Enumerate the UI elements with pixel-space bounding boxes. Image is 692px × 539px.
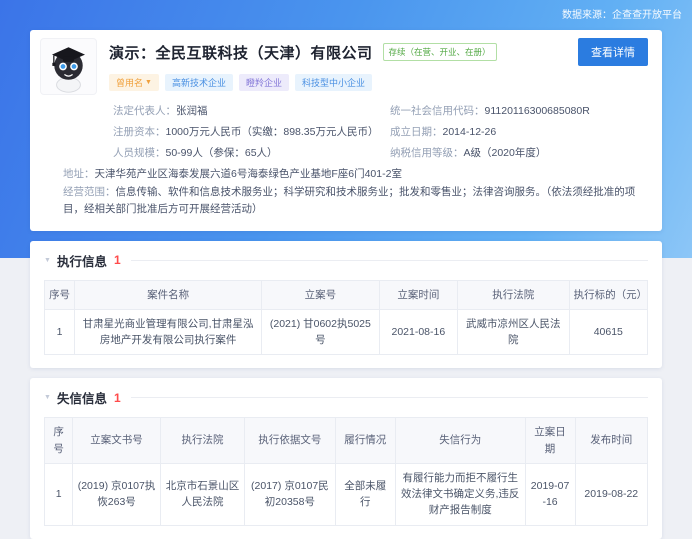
cell-seq: 1 bbox=[45, 309, 75, 355]
tag-former-names-label: 曾用名 bbox=[116, 76, 143, 89]
company-logo bbox=[40, 38, 97, 95]
field-label: 经营范围： bbox=[63, 186, 116, 198]
collapse-triangle-icon[interactable]: ▼ bbox=[44, 394, 51, 401]
field-label: 成立日期： bbox=[390, 126, 443, 138]
cell-case-number: (2021) 甘0602执5025号 bbox=[262, 309, 380, 355]
company-address-block: 地址：天津华苑产业区海泰发展六道6号海泰绿色产业基地F座6门401-2室 经营范… bbox=[63, 166, 648, 219]
company-status-badge: 存续（在营、开业、在册） bbox=[383, 43, 497, 61]
cell-publish-date: 2019-08-22 bbox=[575, 463, 647, 525]
cell-case-name: 甘肃星光商业管理有限公司,甘肃星泓房地产开发有限公司执行案件 bbox=[75, 309, 262, 355]
cell-filing-date: 2021-08-16 bbox=[379, 309, 457, 355]
data-source-label: 数据来源：企查查开放平台 bbox=[562, 10, 682, 21]
execution-table-row: 1 甘肃星光商业管理有限公司,甘肃星泓房地产开发有限公司执行案件 (2021) … bbox=[45, 309, 648, 355]
cell-amount: 40615 bbox=[569, 309, 647, 355]
col-doc-number: 立案文书号 bbox=[73, 418, 160, 464]
col-case-name: 案件名称 bbox=[75, 280, 262, 309]
field-tax-rating: 纳税信用等级：A级（2020年度） bbox=[390, 143, 648, 164]
execution-section-header[interactable]: ▼ 执行信息 1 bbox=[44, 251, 648, 270]
field-credit-code: 统一社会信用代码：91120116300685080R bbox=[390, 101, 648, 122]
cell-performance: 全部未履行 bbox=[335, 463, 395, 525]
cell-court: 武威市凉州区人民法院 bbox=[458, 309, 570, 355]
details-row-2: 注册资本：1000万元人民币（实缴：898.35万元人民币） 成立日期：2014… bbox=[113, 122, 648, 143]
cell-seq: 1 bbox=[45, 463, 73, 525]
dishonesty-section-title: 失信信息 bbox=[57, 388, 107, 407]
dishonesty-table: 序号 立案文书号 执行法院 执行依据文号 履行情况 失信行为 立案日期 发布时间… bbox=[44, 417, 648, 525]
company-details: 法定代表人：张润福 统一社会信用代码：91120116300685080R 注册… bbox=[40, 101, 648, 219]
company-name: 演示：全民互联科技（天津）有限公司 bbox=[109, 42, 373, 63]
cell-court: 北京市石景山区人民法院 bbox=[160, 463, 244, 525]
company-title-row: 演示：全民互联科技（天津）有限公司 存续（在营、开业、在册） 查看详情 bbox=[109, 38, 648, 66]
execution-section-title: 执行信息 bbox=[57, 251, 107, 270]
page-content: 演示：全民互联科技（天津）有限公司 存续（在营、开业、在册） 查看详情 曾用名 … bbox=[30, 30, 662, 539]
col-basis-doc-number: 执行依据文号 bbox=[245, 418, 335, 464]
col-performance: 履行情况 bbox=[335, 418, 395, 464]
field-value: A级（2020年度） bbox=[464, 147, 547, 159]
col-seq: 序号 bbox=[45, 418, 73, 464]
collapse-triangle-icon[interactable]: ▼ bbox=[44, 257, 51, 264]
field-business-scope: 经营范围：信息传输、软件和信息技术服务业；科学研究和技术服务业；批发和零售业；法… bbox=[63, 184, 648, 219]
tag-high-tech-enterprise: 高新技术企业 bbox=[165, 74, 233, 91]
field-value: 张润福 bbox=[176, 105, 208, 117]
col-court: 执行法院 bbox=[160, 418, 244, 464]
section-divider bbox=[131, 260, 648, 261]
field-label: 地址： bbox=[63, 168, 95, 180]
details-row-1: 法定代表人：张润福 统一社会信用代码：91120116300685080R bbox=[113, 101, 648, 122]
robot-mascot-icon bbox=[41, 39, 96, 94]
cell-doc-number: (2019) 京0107执恢263号 bbox=[73, 463, 160, 525]
company-details-grid: 法定代表人：张润福 统一社会信用代码：91120116300685080R 注册… bbox=[113, 101, 648, 164]
tag-gazelle-enterprise: 瞪羚企业 bbox=[239, 74, 289, 91]
field-label: 统一社会信用代码： bbox=[390, 105, 485, 117]
field-address: 地址：天津华苑产业区海泰发展六道6号海泰绿色产业基地F座6门401-2室 bbox=[63, 166, 648, 184]
col-amount: 执行标的（元） bbox=[569, 280, 647, 309]
field-reg-capital: 注册资本：1000万元人民币（实缴：898.35万元人民币） bbox=[113, 122, 390, 143]
col-case-number: 立案号 bbox=[262, 280, 380, 309]
col-filing-date: 立案时间 bbox=[379, 280, 457, 309]
execution-table: 序号 案件名称 立案号 立案时间 执行法院 执行标的（元） 1 甘肃星光商业管理… bbox=[44, 280, 648, 356]
col-filing-date: 立案日期 bbox=[525, 418, 575, 464]
field-value: 天津华苑产业区海泰发展六道6号海泰绿色产业基地F座6门401-2室 bbox=[95, 168, 402, 180]
col-court: 执行法院 bbox=[458, 280, 570, 309]
chevron-down-icon: ▼ bbox=[145, 79, 152, 86]
section-divider bbox=[131, 397, 648, 398]
dishonesty-info-card: ▼ 失信信息 1 序号 立案文书号 执行法院 执行依据文号 履行情况 失信行为 … bbox=[30, 378, 662, 538]
dishonesty-table-header-row: 序号 立案文书号 执行法院 执行依据文号 履行情况 失信行为 立案日期 发布时间 bbox=[45, 418, 648, 464]
dishonesty-section-header[interactable]: ▼ 失信信息 1 bbox=[44, 388, 648, 407]
field-est-date: 成立日期：2014-12-26 bbox=[390, 122, 648, 143]
dishonesty-table-row: 1 (2019) 京0107执恢263号 北京市石景山区人民法院 (2017) … bbox=[45, 463, 648, 525]
field-value: 2014-12-26 bbox=[443, 126, 497, 138]
field-value: 1000万元人民币（实缴：898.35万元人民币） bbox=[166, 126, 379, 138]
execution-info-card: ▼ 执行信息 1 序号 案件名称 立案号 立案时间 执行法院 执行标的（元） 1 bbox=[30, 241, 662, 369]
field-label: 人员规模： bbox=[113, 147, 166, 159]
cell-filing-date: 2019-07-16 bbox=[525, 463, 575, 525]
col-dishonest-conduct: 失信行为 bbox=[395, 418, 525, 464]
company-info-card: 演示：全民互联科技（天津）有限公司 存续（在营、开业、在册） 查看详情 曾用名 … bbox=[30, 30, 662, 231]
cell-basis-doc-number: (2017) 京0107民初20358号 bbox=[245, 463, 335, 525]
tag-tech-sme: 科技型中小企业 bbox=[295, 74, 372, 91]
field-label: 纳税信用等级： bbox=[390, 147, 464, 159]
cell-dishonest-conduct: 有履行能力而拒不履行生效法律文书确定义务,违反财产报告制度 bbox=[395, 463, 525, 525]
field-label: 注册资本： bbox=[113, 126, 166, 138]
field-value: 91120116300685080R bbox=[485, 105, 590, 117]
field-staff-size: 人员规模：50-99人（参保：65人） bbox=[113, 143, 390, 164]
col-seq: 序号 bbox=[45, 280, 75, 309]
field-value: 50-99人（参保：65人） bbox=[166, 147, 278, 159]
company-header: 演示：全民互联科技（天津）有限公司 存续（在营、开业、在册） 查看详情 曾用名 … bbox=[40, 38, 648, 95]
tag-former-names[interactable]: 曾用名 ▼ bbox=[109, 74, 159, 91]
data-source-bar: 数据来源：企查查开放平台 bbox=[0, 0, 692, 30]
company-tags-row: 曾用名 ▼ 高新技术企业 瞪羚企业 科技型中小企业 bbox=[109, 74, 648, 91]
field-legal-rep: 法定代表人：张润福 bbox=[113, 101, 390, 122]
details-row-3: 人员规模：50-99人（参保：65人） 纳税信用等级：A级（2020年度） bbox=[113, 143, 648, 164]
company-header-main: 演示：全民互联科技（天津）有限公司 存续（在营、开业、在册） 查看详情 曾用名 … bbox=[109, 38, 648, 91]
field-label: 法定代表人： bbox=[113, 105, 176, 117]
field-value: 信息传输、软件和信息技术服务业；科学研究和技术服务业；批发和零售业；法律咨询服务… bbox=[63, 186, 635, 216]
dishonesty-count-badge: 1 bbox=[114, 391, 121, 405]
col-publish-date: 发布时间 bbox=[575, 418, 647, 464]
execution-table-header-row: 序号 案件名称 立案号 立案时间 执行法院 执行标的（元） bbox=[45, 280, 648, 309]
view-details-button[interactable]: 查看详情 bbox=[578, 38, 648, 66]
execution-count-badge: 1 bbox=[114, 253, 121, 267]
